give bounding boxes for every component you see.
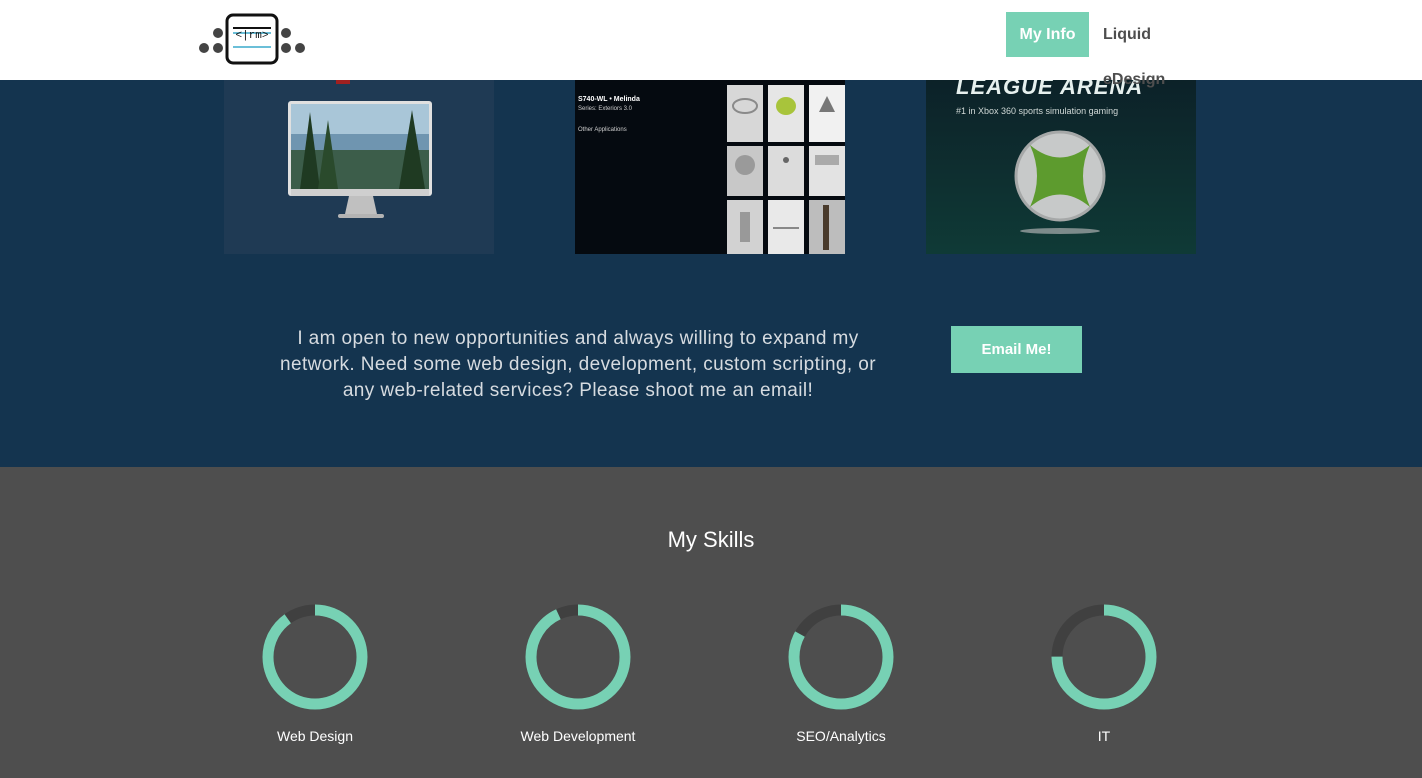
lighting-other: Other Applications [578, 127, 627, 133]
contact-message: I am open to new opportunities and alway… [280, 328, 876, 401]
nav-my-info[interactable]: My Info [1006, 12, 1089, 57]
skill-label: IT [1097, 728, 1111, 744]
skills-title: My Skills [667, 527, 755, 552]
skill-ring [262, 604, 368, 710]
logo-text: <|rm> [235, 30, 269, 42]
site-logo[interactable]: <|rm> [198, 13, 306, 65]
top-navbar: <|rm> My Info Liquid eDesign [0, 0, 1422, 88]
lighting-series: Series: Exteriors 3.0 [578, 106, 633, 112]
skill-label: Web Design [276, 728, 353, 744]
skill-ring [1051, 604, 1157, 710]
lighting-title: S740-WL • Melinda [578, 96, 640, 103]
skill-it: IT [1014, 602, 1194, 744]
league-tagline: #1 in Xbox 360 sports simulation gaming [956, 106, 1119, 116]
skill-label: Web Development [520, 728, 636, 744]
skill-web-design: Web Design [225, 602, 405, 744]
nav-liquid-edesign[interactable]: Liquid eDesign [1103, 12, 1215, 88]
skill-ring [525, 604, 631, 710]
skill-label: SEO/Analytics [796, 728, 886, 744]
skill-seo-analytics: SEO/Analytics [751, 602, 931, 744]
skill-ring [788, 604, 894, 710]
skill-web-development: Web Development [488, 602, 668, 744]
email-me-button[interactable]: Email Me! [951, 326, 1082, 373]
